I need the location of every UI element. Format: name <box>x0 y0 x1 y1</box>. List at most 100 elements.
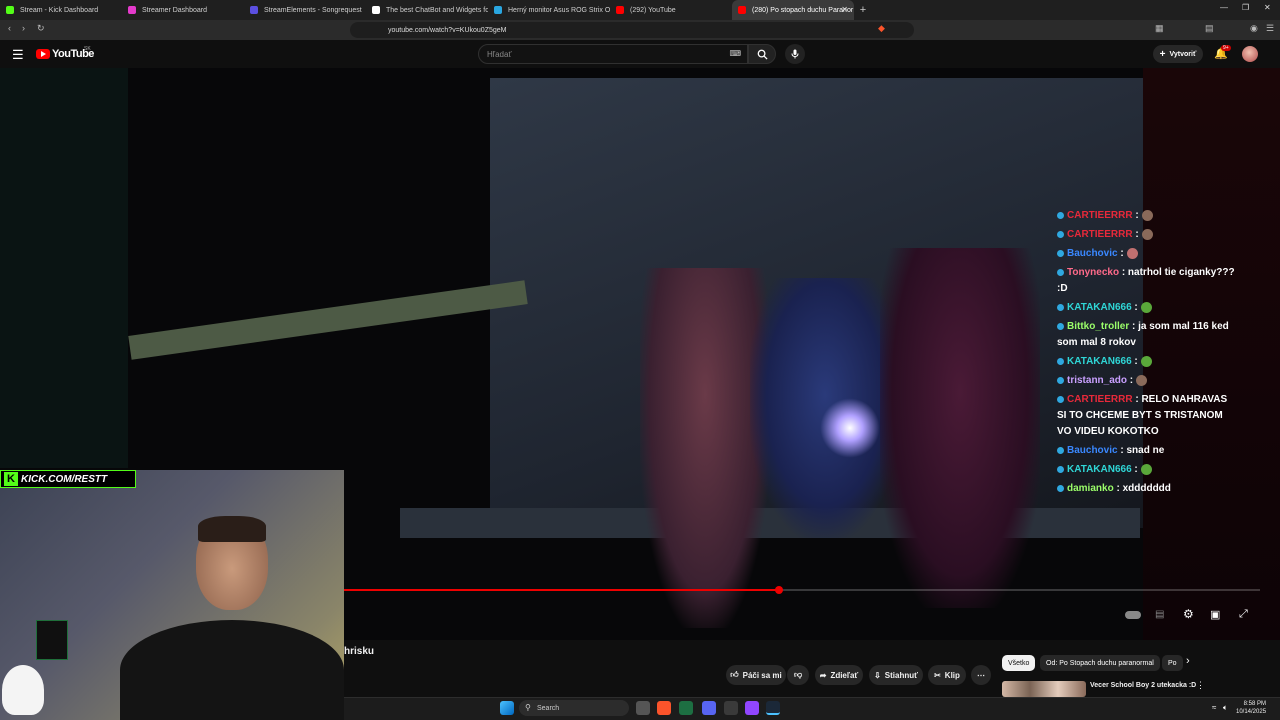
tab-favicon-icon <box>494 6 502 14</box>
chat-message: CARTIEERRR : <box>1057 208 1237 224</box>
extensions-icon[interactable]: ▦ <box>1155 23 1164 34</box>
volume-icon[interactable]: 🔈︎ <box>1223 703 1228 713</box>
search-button[interactable] <box>748 44 776 64</box>
more-actions-button[interactable]: ⋯ <box>971 665 991 685</box>
menu-icon[interactable]: ☰ <box>1266 23 1274 34</box>
chat-username: CARTIEERRR <box>1067 229 1133 240</box>
microphone-icon <box>791 49 799 59</box>
voice-search-button[interactable] <box>785 44 805 64</box>
youtube-logo-icon[interactable] <box>36 49 50 59</box>
kick-logo-icon: K <box>4 472 18 486</box>
chat-username: tristann_ado <box>1067 375 1128 386</box>
chat-text: : <box>1134 356 1138 367</box>
avatar[interactable] <box>1242 46 1258 62</box>
twitch-taskbar-icon[interactable] <box>745 701 759 715</box>
excel-taskbar-icon[interactable] <box>679 701 693 715</box>
chat-username: KATAKAN666 <box>1067 302 1132 313</box>
chip-all-label: Všetko <box>1008 659 1030 667</box>
video-left-dark-panel <box>0 68 128 468</box>
taskbar-clock[interactable]: 8:58 PM 10/14/2025 <box>1236 700 1266 716</box>
back-icon[interactable]: ‹ <box>8 23 11 33</box>
share-label: Zdieľať <box>830 670 859 680</box>
chat-username: CARTIEERRR <box>1067 394 1133 405</box>
railing <box>128 280 528 360</box>
chat-message: tristann_ado : <box>1057 373 1237 389</box>
like-button[interactable]: 👍︎ Páči sa mi <box>726 665 786 685</box>
led-device <box>36 620 68 660</box>
thumbs-up-icon: 👍︎ <box>730 670 739 679</box>
chat-username: Bittko_troller <box>1067 321 1130 332</box>
chat-text: : <box>1120 248 1124 259</box>
brave-taskbar-icon[interactable] <box>657 701 671 715</box>
chat-text: : snad ne <box>1120 445 1165 456</box>
miniplayer-icon[interactable]: ▣ <box>1210 608 1220 621</box>
settings-gear-icon[interactable]: ⚙ <box>1183 607 1194 621</box>
browser-tab[interactable]: Stream - Kick Dashboard <box>0 0 122 20</box>
browser-tab[interactable]: StreamElements - Songrequest <box>244 0 366 20</box>
share-button[interactable]: ➦ Zdieľať <box>815 665 863 685</box>
chat-message: KATAKAN666 : <box>1057 354 1237 370</box>
wifi-icon[interactable]: ≈ <box>1212 703 1216 712</box>
tab-favicon-icon <box>372 6 380 14</box>
chat-text: : <box>1129 375 1134 386</box>
obs-taskbar-icon[interactable] <box>724 701 738 715</box>
chat-message: Tonynecko : natrhol tie ciganky??? :D <box>1057 265 1237 297</box>
chat-badge-icon <box>1057 395 1064 403</box>
more-icon: ⋯ <box>977 670 985 680</box>
search-input[interactable]: Hľadať ⌨ <box>478 44 748 64</box>
chip-all[interactable]: Všetko <box>1002 655 1036 671</box>
new-tab-button[interactable]: + <box>854 0 872 20</box>
keyboard-icon[interactable]: ⌨ <box>729 49 741 58</box>
chat-message: CARTIEERRR : RELO NAHRAVAS SI TO CHCEME … <box>1057 392 1237 440</box>
close-window-icon[interactable]: ✕ <box>1264 3 1271 12</box>
chat-message: KATAKAN666 : <box>1057 462 1237 478</box>
chat-username: KATAKAN666 <box>1067 464 1132 475</box>
ghost-sticker <box>2 665 44 715</box>
chat-badge-icon <box>1057 211 1064 219</box>
tab-favicon-icon <box>250 6 258 14</box>
brave-shield-icon[interactable]: ◆ <box>878 23 885 34</box>
subtitles-icon[interactable]: ▤ <box>1155 609 1164 620</box>
streamer-hair <box>198 516 266 542</box>
chat-emote-icon <box>1141 228 1153 240</box>
hamburger-menu-icon[interactable]: ☰ <box>12 47 24 63</box>
steam-taskbar-icon[interactable] <box>766 701 780 715</box>
dislike-button[interactable]: 👎︎ <box>787 665 809 685</box>
create-button[interactable]: + Vytvoriť <box>1153 45 1203 63</box>
download-button[interactable]: ⇩ Stiahnuť <box>869 665 923 685</box>
recommended-video-thumbnail[interactable] <box>1002 681 1086 697</box>
chat-badge-icon <box>1057 357 1064 365</box>
task-view-icon[interactable] <box>636 701 650 715</box>
reload-icon[interactable]: ↻ <box>37 23 45 34</box>
browser-tab[interactable]: (280) Po stopach duchu Paranor ✕ <box>732 0 854 20</box>
fullscreen-icon[interactable]: ⤢ <box>1239 608 1248 621</box>
browser-tab[interactable]: Herný monitor Asus ROG Strix OLED <box>488 0 610 20</box>
url-bar[interactable]: youtube.com/watch?v=KUkou0Z5geM <box>350 22 914 38</box>
windows-start-icon[interactable] <box>500 701 514 715</box>
taskbar-search[interactable]: ⚲ Search <box>519 700 629 716</box>
chat-badge-icon <box>1057 230 1064 238</box>
wallet-icon[interactable]: ◉ <box>1250 23 1258 34</box>
discord-taskbar-icon[interactable] <box>702 701 716 715</box>
progress-fill <box>344 589 780 591</box>
recommended-video-title[interactable]: Vecer School Boy 2 utekacka :D <box>1090 682 1196 689</box>
sidebar-icon[interactable]: ▤ <box>1205 23 1214 34</box>
rec-more-icon[interactable]: ⋮ <box>1196 680 1205 691</box>
autoplay-toggle-icon[interactable] <box>1125 611 1141 619</box>
chat-emote-icon <box>1126 247 1138 259</box>
taskbar-search-icon: ⚲ <box>525 703 531 712</box>
clip-button[interactable]: ✂ Klip <box>928 665 966 685</box>
restore-icon[interactable]: ❐ <box>1242 3 1249 12</box>
browser-tab[interactable]: (292) YouTube <box>610 0 732 20</box>
minimize-icon[interactable]: — <box>1220 3 1228 12</box>
video-progress-bar[interactable] <box>344 586 1260 594</box>
browser-tab[interactable]: Streamer Dashboard <box>122 0 244 20</box>
chips-next-icon[interactable]: › <box>1186 655 1190 667</box>
browser-tab[interactable]: The best ChatBot and Widgets for Ki <box>366 0 488 20</box>
tab-favicon-icon <box>616 6 624 14</box>
forward-icon[interactable]: › <box>22 23 25 33</box>
chip-partial[interactable]: Po <box>1162 655 1183 671</box>
tab-close-icon[interactable]: ✕ <box>841 5 848 14</box>
windows-taskbar <box>344 697 1280 720</box>
chip-from-channel[interactable]: Od: Po Stopach duchu paranormal <box>1040 655 1160 671</box>
